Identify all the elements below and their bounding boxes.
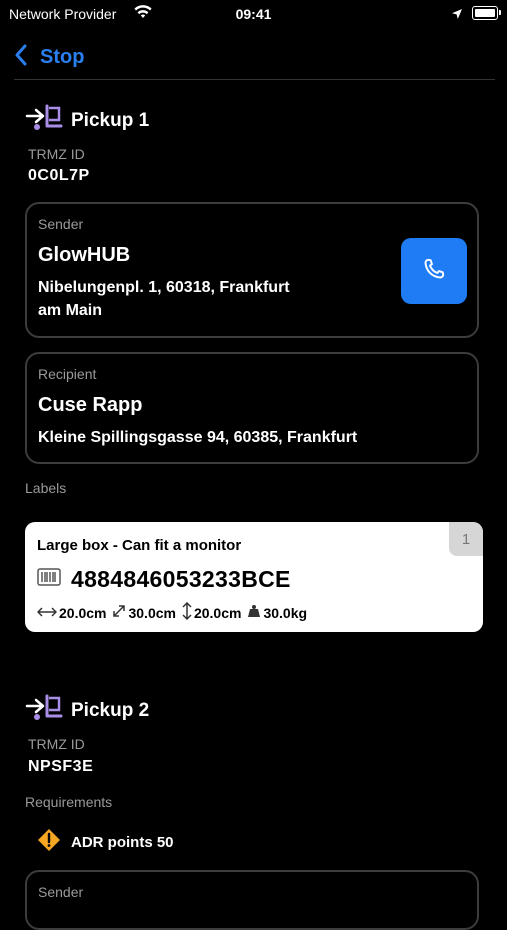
- diagonal-arrow-icon: [112, 604, 128, 621]
- trmz-id-label: TRMZ ID: [28, 736, 85, 752]
- barcode-value: 4884846053233BCE: [71, 566, 291, 592]
- diagonal-value: 30.0cm: [128, 604, 176, 621]
- weight-icon: [247, 604, 263, 621]
- recipient-address: Kleine Spillingsgasse 94, 60385, Frankfu…: [38, 429, 358, 446]
- battery-icon: [472, 6, 501, 20]
- requirements-heading: Requirements: [25, 794, 113, 810]
- location-arrow-icon: [451, 7, 463, 23]
- trmz-id-label: TRMZ ID: [28, 146, 85, 162]
- clock: 09:41: [235, 6, 272, 22]
- nav-bar: Stop: [0, 36, 507, 80]
- sender-address-line2: am Main: [38, 302, 103, 319]
- label-count-badge: 1: [449, 522, 483, 556]
- phone-icon: [421, 256, 447, 287]
- divider: [14, 79, 495, 80]
- pickup-2-header: Pickup 2: [25, 694, 149, 727]
- height-arrow-icon: [182, 601, 194, 623]
- recipient-card: Recipient Cuse Rapp Kleine Spillingsgass…: [25, 352, 479, 464]
- pickup-title: Pickup 1: [71, 109, 150, 131]
- label-title: Large box - Can fit a monitor: [37, 537, 242, 554]
- sender-caption: Sender: [38, 884, 84, 900]
- weight-value: 30.0kg: [263, 604, 308, 621]
- barcode-icon: [37, 568, 61, 591]
- label-card[interactable]: Large box - Can fit a monitor 1 48848460…: [25, 522, 483, 632]
- sender-address-line1: Nibelungenpl. 1, 60318, Frankfurt: [38, 279, 290, 296]
- recipient-caption: Recipient: [38, 366, 97, 382]
- status-bar: Network Provider 09:41: [0, 0, 507, 30]
- pickup-title: Pickup 2: [71, 699, 150, 721]
- recipient-name: Cuse Rapp: [38, 394, 143, 416]
- height-value: 20.0cm: [193, 604, 242, 621]
- barcode-row: 4884846053233BCE: [37, 566, 291, 593]
- trmz-id-value: 0C0L7P: [28, 167, 90, 184]
- pickup-truck-icon: [25, 694, 63, 727]
- requirement-text: ADR points 50: [71, 834, 174, 851]
- length-value: 20.0cm: [59, 604, 107, 621]
- requirement-item: ADR points 50: [37, 828, 174, 857]
- back-button[interactable]: Stop: [14, 40, 84, 74]
- pickup-truck-icon: [25, 104, 63, 137]
- trmz-id-value: NPSF3E: [28, 758, 94, 775]
- dimensions-row: 20.0cm 30.0cm 20.0cm 30.0kg: [36, 601, 313, 623]
- pickup-1-header: Pickup 1: [25, 104, 149, 137]
- warning-icon: [37, 828, 61, 857]
- sender-name: GlowHUB: [38, 244, 131, 266]
- labels-heading: Labels: [25, 480, 67, 496]
- call-sender-button[interactable]: [401, 238, 467, 304]
- sender-caption: Sender: [38, 216, 84, 232]
- chevron-left-icon: [14, 44, 28, 71]
- sender-card: Sender: [25, 870, 479, 930]
- length-arrow-icon: [36, 605, 59, 621]
- back-label: Stop: [40, 45, 85, 68]
- sender-card: Sender GlowHUB Nibelungenpl. 1, 60318, F…: [25, 202, 479, 338]
